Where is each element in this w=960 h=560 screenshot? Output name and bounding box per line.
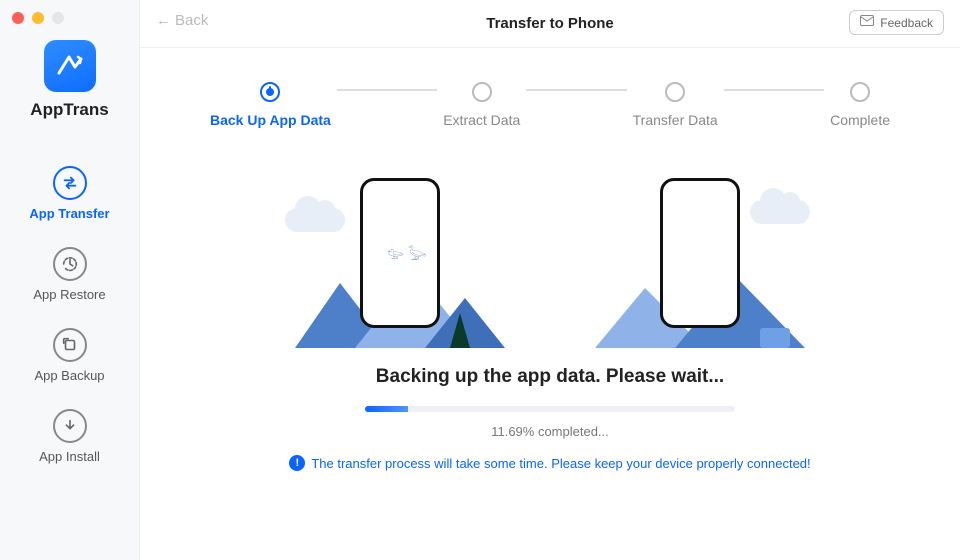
cloud-icon bbox=[750, 200, 810, 224]
brand: AppTrans bbox=[30, 40, 108, 120]
step-dot-icon bbox=[850, 82, 870, 102]
install-icon bbox=[53, 409, 87, 443]
sidebar-item-label: App Restore bbox=[33, 287, 105, 302]
sidebar-nav: App Transfer App Restore App Backup App … bbox=[0, 166, 139, 464]
step-connector bbox=[724, 89, 824, 91]
cloud-icon bbox=[285, 208, 345, 232]
phone-icon bbox=[660, 178, 740, 328]
transfer-icon bbox=[53, 166, 87, 200]
restore-icon bbox=[53, 247, 87, 281]
status-area: Backing up the app data. Please wait... … bbox=[140, 366, 960, 471]
sidebar: AppTrans App Transfer App Restore App Ba… bbox=[0, 0, 140, 560]
backup-icon bbox=[53, 328, 87, 362]
progress-bar bbox=[365, 406, 735, 412]
step-dot-icon bbox=[472, 82, 492, 102]
birds-icon: 𓅰 𓅬 bbox=[387, 240, 427, 264]
sidebar-item-app-restore[interactable]: App Restore bbox=[0, 247, 139, 302]
brand-name: AppTrans bbox=[30, 100, 108, 120]
step-label: Complete bbox=[830, 112, 890, 128]
sidebar-item-app-backup[interactable]: App Backup bbox=[0, 328, 139, 383]
step-extract: Extract Data bbox=[443, 82, 520, 128]
status-title: Backing up the app data. Please wait... bbox=[140, 366, 960, 388]
back-label: Back bbox=[175, 12, 208, 29]
step-connector bbox=[526, 89, 626, 91]
app-window: AppTrans App Transfer App Restore App Ba… bbox=[0, 0, 960, 560]
source-device-scene: 𓅰 𓅬 bbox=[295, 178, 505, 348]
progress-fill bbox=[365, 406, 408, 412]
progress-percent-text: 11.69% completed... bbox=[140, 424, 960, 439]
info-icon: ! bbox=[289, 455, 305, 471]
sidebar-item-app-transfer[interactable]: App Transfer bbox=[0, 166, 139, 221]
zoom-window-button[interactable] bbox=[52, 12, 64, 24]
step-label: Extract Data bbox=[443, 112, 520, 128]
back-button[interactable]: ← Back bbox=[156, 12, 208, 29]
mail-icon bbox=[860, 15, 874, 30]
connection-note: ! The transfer process will take some ti… bbox=[140, 455, 960, 471]
note-text: The transfer process will take some time… bbox=[311, 456, 810, 471]
progress-stepper: Back Up App Data Extract Data Transfer D… bbox=[140, 48, 960, 128]
step-backup: Back Up App Data bbox=[210, 82, 331, 128]
step-dot-icon bbox=[665, 82, 685, 102]
step-dot-icon bbox=[260, 82, 280, 102]
page-title: Transfer to Phone bbox=[486, 15, 614, 32]
step-transfer: Transfer Data bbox=[633, 82, 718, 128]
sidebar-item-label: App Install bbox=[39, 449, 100, 464]
main-pane: ← Back Transfer to Phone Feedback Back U… bbox=[140, 0, 960, 560]
sidebar-item-label: App Backup bbox=[34, 368, 104, 383]
target-device-scene bbox=[595, 178, 805, 348]
step-label: Back Up App Data bbox=[210, 112, 331, 128]
sidebar-item-label: App Transfer bbox=[29, 206, 109, 221]
arrow-left-icon: ← bbox=[156, 12, 171, 29]
minimize-window-button[interactable] bbox=[32, 12, 44, 24]
top-bar: ← Back Transfer to Phone Feedback bbox=[140, 0, 960, 48]
close-window-button[interactable] bbox=[12, 12, 24, 24]
app-logo-icon bbox=[44, 40, 96, 92]
feedback-label: Feedback bbox=[880, 16, 933, 30]
feedback-button[interactable]: Feedback bbox=[849, 10, 944, 35]
step-complete: Complete bbox=[830, 82, 890, 128]
sidebar-item-app-install[interactable]: App Install bbox=[0, 409, 139, 464]
window-controls bbox=[12, 12, 64, 24]
step-label: Transfer Data bbox=[633, 112, 718, 128]
transfer-illustration: 𓅰 𓅬 bbox=[140, 158, 960, 348]
step-connector bbox=[337, 89, 437, 91]
